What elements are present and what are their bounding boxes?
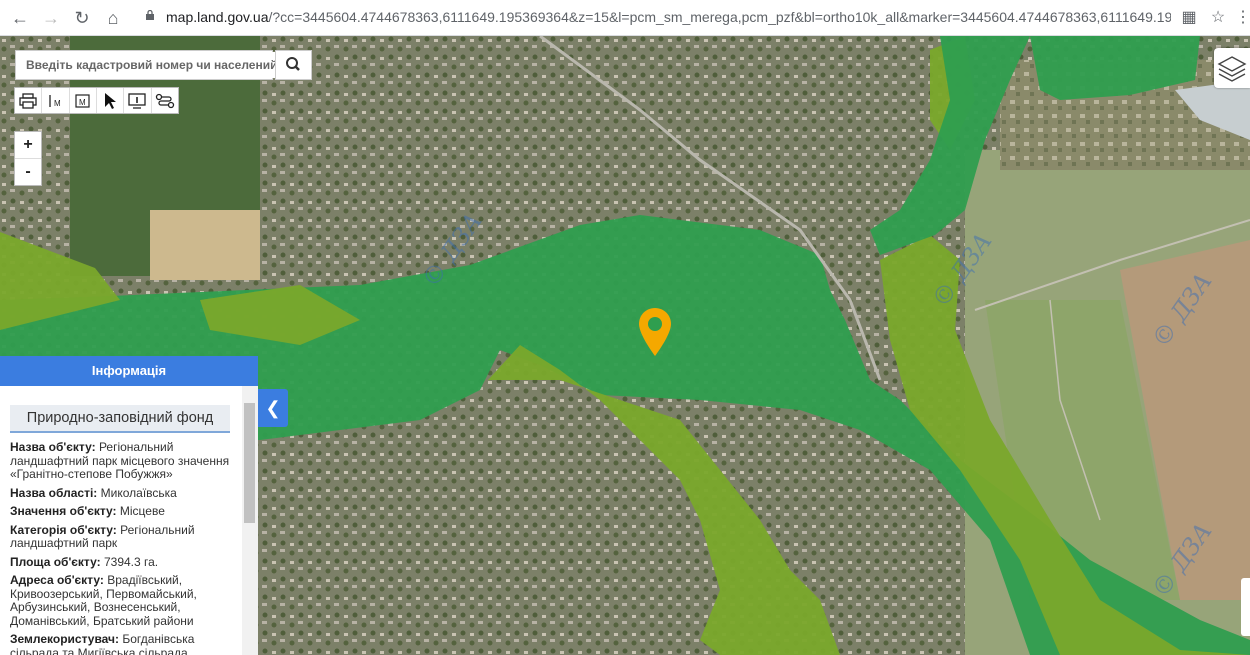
bookmark-star-icon[interactable]: ☆ (1207, 7, 1229, 29)
pointer-icon[interactable] (97, 88, 125, 113)
collapse-panel-button[interactable]: ❮ (258, 389, 288, 427)
translate-icon[interactable]: ▦ (1178, 7, 1200, 29)
field-label: Назва області: (10, 485, 98, 500)
layers-button[interactable] (1214, 48, 1250, 88)
svg-text:M: M (79, 98, 86, 107)
info-panel-header: Інформація (0, 356, 258, 386)
lock-icon (146, 10, 154, 20)
svg-text:M: M (54, 99, 61, 108)
zoom-in-button[interactable]: + (15, 132, 41, 159)
field-value: Миколаївська (100, 485, 177, 500)
forward-icon[interactable]: → (40, 7, 62, 29)
url-host: map.land.gov.ua (166, 9, 269, 25)
zoom-out-button[interactable]: - (15, 159, 41, 185)
field-object-name: Назва об'єкту: Регіональний ландшафтний … (10, 440, 238, 482)
search-input[interactable] (26, 52, 276, 78)
field-land-user: Землекористувач: Богданівська сільрада т… (10, 632, 238, 655)
scrollbar-thumb[interactable] (244, 403, 255, 523)
field-value: Місцеве (119, 504, 165, 518)
zoom-control: + - (14, 131, 42, 186)
map-toolbar: M M (14, 87, 179, 114)
search-button[interactable] (275, 50, 312, 80)
field-label: Назва об'єкту: (10, 440, 96, 454)
side-panel-tab[interactable] (1241, 578, 1250, 636)
url-path: /?cc=3445604.4744678363,6111649.19536936… (268, 9, 1171, 25)
route-icon[interactable] (152, 88, 178, 113)
info-fields: Назва об'єкту: Регіональний ландшафтний … (10, 440, 238, 655)
search-icon (286, 57, 300, 71)
back-icon[interactable]: ← (9, 7, 31, 29)
field-category: Категорія об'єкту: Регіональний ландшафт… (10, 522, 238, 551)
location-marker-icon[interactable] (639, 308, 671, 356)
field-label: Площа об'єкту: (10, 554, 101, 569)
layers-icon (1217, 56, 1247, 82)
info-panel-body: Природно-заповідний фонд Назва об'єкту: … (0, 386, 242, 655)
info-icon[interactable] (124, 88, 152, 113)
field-label: Категорія об'єкту: (10, 522, 117, 537)
info-panel: Інформація Природно-заповідний фонд Назв… (0, 356, 258, 655)
field-label: Землекористувач: (10, 632, 120, 646)
reload-icon[interactable]: ↻ (71, 7, 93, 29)
address-bar[interactable]: map.land.gov.ua/?cc=3445604.4744678363,6… (166, 9, 1171, 25)
field-significance: Значення об'єкту: Місцеве (10, 504, 238, 519)
cadastral-search (15, 50, 276, 80)
measure-area-icon[interactable]: M (70, 88, 97, 113)
field-address: Адреса об'єкту: Врадіївський, Кривоозерс… (10, 573, 238, 628)
home-icon[interactable]: ⌂ (102, 7, 124, 29)
measure-line-icon[interactable]: M (42, 88, 70, 113)
field-region: Назва області: Миколаївська (10, 485, 238, 501)
field-value: 7394.3 га. (103, 554, 159, 569)
field-label: Значення об'єкту: (10, 504, 117, 518)
section-title: Природно-заповідний фонд (10, 405, 230, 433)
field-label: Адреса об'єкту: (10, 573, 104, 587)
menu-icon[interactable]: ⋮ (1232, 7, 1250, 29)
chevron-left-icon: ❮ (265, 398, 281, 418)
browser-toolbar: ← → ↻ ⌂ map.land.gov.ua/?cc=3445604.4744… (0, 0, 1250, 36)
field-area: Площа об'єкту: 7394.3 га. (10, 554, 238, 570)
print-icon[interactable] (15, 88, 43, 113)
